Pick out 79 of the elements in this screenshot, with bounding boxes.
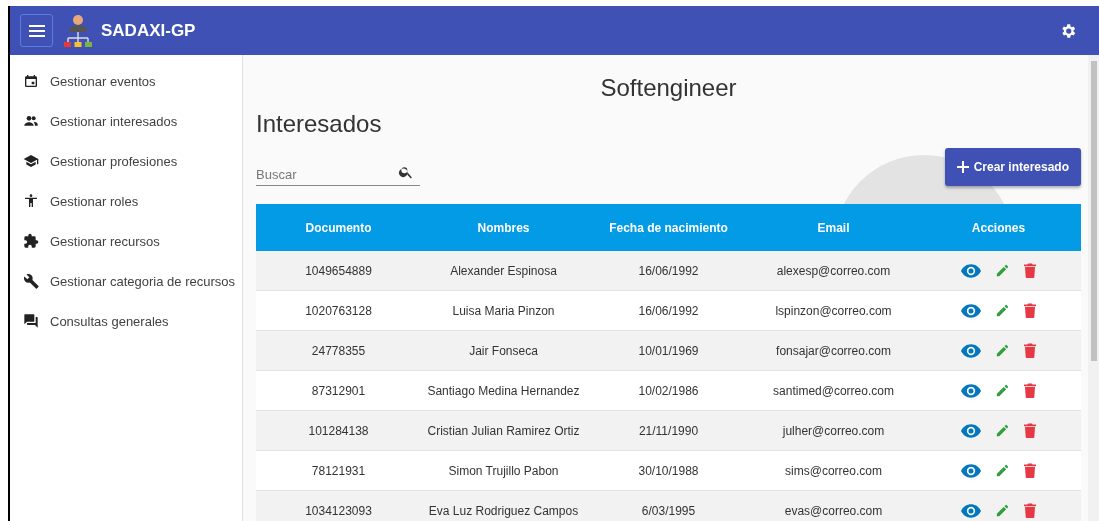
table-cell: 1049654889 (256, 251, 421, 291)
edit-icon[interactable] (995, 303, 1010, 318)
view-icon[interactable] (961, 503, 981, 518)
people-icon (23, 113, 39, 129)
column-header: Acciones (916, 204, 1081, 251)
view-icon[interactable] (961, 263, 981, 278)
company-name: Softengineer (600, 73, 737, 103)
wrench-icon (23, 273, 39, 289)
table-cell: 6/03/1995 (586, 490, 751, 521)
table-cell: 16/06/1992 (586, 251, 751, 291)
sidebar-item[interactable]: Gestionar categoria de recursos (10, 261, 242, 301)
search-icon (398, 164, 414, 180)
chat-icon (23, 313, 39, 329)
edit-icon[interactable] (995, 263, 1010, 278)
table-cell: sims@correo.com (751, 450, 916, 491)
table-cell: Cristian Julian Ramirez Ortiz (421, 410, 586, 451)
table-cell: Luisa Maria Pinzon (421, 290, 586, 331)
delete-icon[interactable] (1024, 423, 1036, 438)
graduation-cap-icon (23, 153, 39, 169)
sidebar-item[interactable]: Gestionar profesiones (10, 141, 242, 181)
table-cell: santimed@correo.com (751, 370, 916, 411)
table-cell: 24778355 (256, 330, 421, 371)
calendar-icon (23, 73, 39, 89)
table-cell: 30/10/1988 (586, 450, 751, 491)
table-cell: 10/02/1986 (586, 370, 751, 411)
table-cell: 21/11/1990 (586, 410, 751, 451)
menu-icon (28, 24, 45, 37)
column-header: Fecha de nacimiento (586, 204, 751, 251)
view-icon[interactable] (961, 343, 981, 358)
table-cell: 87312901 (256, 370, 421, 411)
edit-icon[interactable] (995, 503, 1010, 518)
edit-icon[interactable] (995, 383, 1010, 398)
logo-icon (63, 13, 93, 48)
column-header: Documento (256, 204, 421, 251)
view-icon[interactable] (961, 463, 981, 478)
sidebar-item[interactable]: Gestionar recursos (10, 221, 242, 261)
delete-icon[interactable] (1024, 383, 1036, 398)
sidebar-item[interactable]: Gestionar interesados (10, 101, 242, 141)
delete-icon[interactable] (1024, 463, 1036, 478)
table-cell: fonsajar@correo.com (751, 330, 916, 371)
table-cell: julher@correo.com (751, 410, 916, 451)
app-title: SADAXI-GP (101, 20, 196, 41)
edit-icon[interactable] (995, 423, 1010, 438)
delete-icon[interactable] (1024, 343, 1036, 358)
table-cell: 16/06/1992 (586, 290, 751, 331)
table-cell: Simon Trujillo Pabon (421, 450, 586, 491)
sidebar-item[interactable]: Consultas generales (10, 301, 242, 341)
menu-button[interactable] (20, 14, 53, 47)
edit-icon[interactable] (995, 463, 1010, 478)
table-cell: 1020763128 (256, 290, 421, 331)
column-header: Email (751, 204, 916, 251)
table-cell: alexesp@correo.com (751, 251, 916, 291)
view-icon[interactable] (961, 303, 981, 318)
view-icon[interactable] (961, 423, 981, 438)
table-cell: Alexander Espinosa (421, 251, 586, 291)
plus-icon (956, 161, 969, 173)
table-cell: evas@correo.com (751, 490, 916, 521)
page-heading: Interesados (256, 109, 382, 139)
person-icon (23, 193, 39, 209)
scrollbar[interactable] (1088, 55, 1099, 521)
view-icon[interactable] (961, 383, 981, 398)
delete-icon[interactable] (1024, 503, 1036, 518)
sidebar-item[interactable]: Gestionar eventos (10, 61, 242, 101)
table-cell: Eva Luz Rodriguez Campos (421, 490, 586, 521)
table-cell: 10/01/1969 (586, 330, 751, 371)
delete-icon[interactable] (1024, 263, 1036, 278)
delete-icon[interactable] (1024, 303, 1036, 318)
table-cell: 78121931 (256, 450, 421, 491)
column-header: Nombres (421, 204, 586, 251)
create-button[interactable]: Crear interesado (944, 148, 1081, 186)
puzzle-icon (23, 233, 39, 249)
scrollbar-thumb[interactable] (1091, 61, 1097, 361)
table-cell: Jair Fonseca (421, 330, 586, 371)
sidebar-item[interactable]: Gestionar roles (10, 181, 242, 221)
edit-icon[interactable] (995, 343, 1010, 358)
table-cell: lspinzon@correo.com (751, 290, 916, 331)
table-cell: 1034123093 (256, 490, 421, 521)
table-cell: Santiago Medina Hernandez (421, 370, 586, 411)
table-cell: 101284138 (256, 410, 421, 451)
